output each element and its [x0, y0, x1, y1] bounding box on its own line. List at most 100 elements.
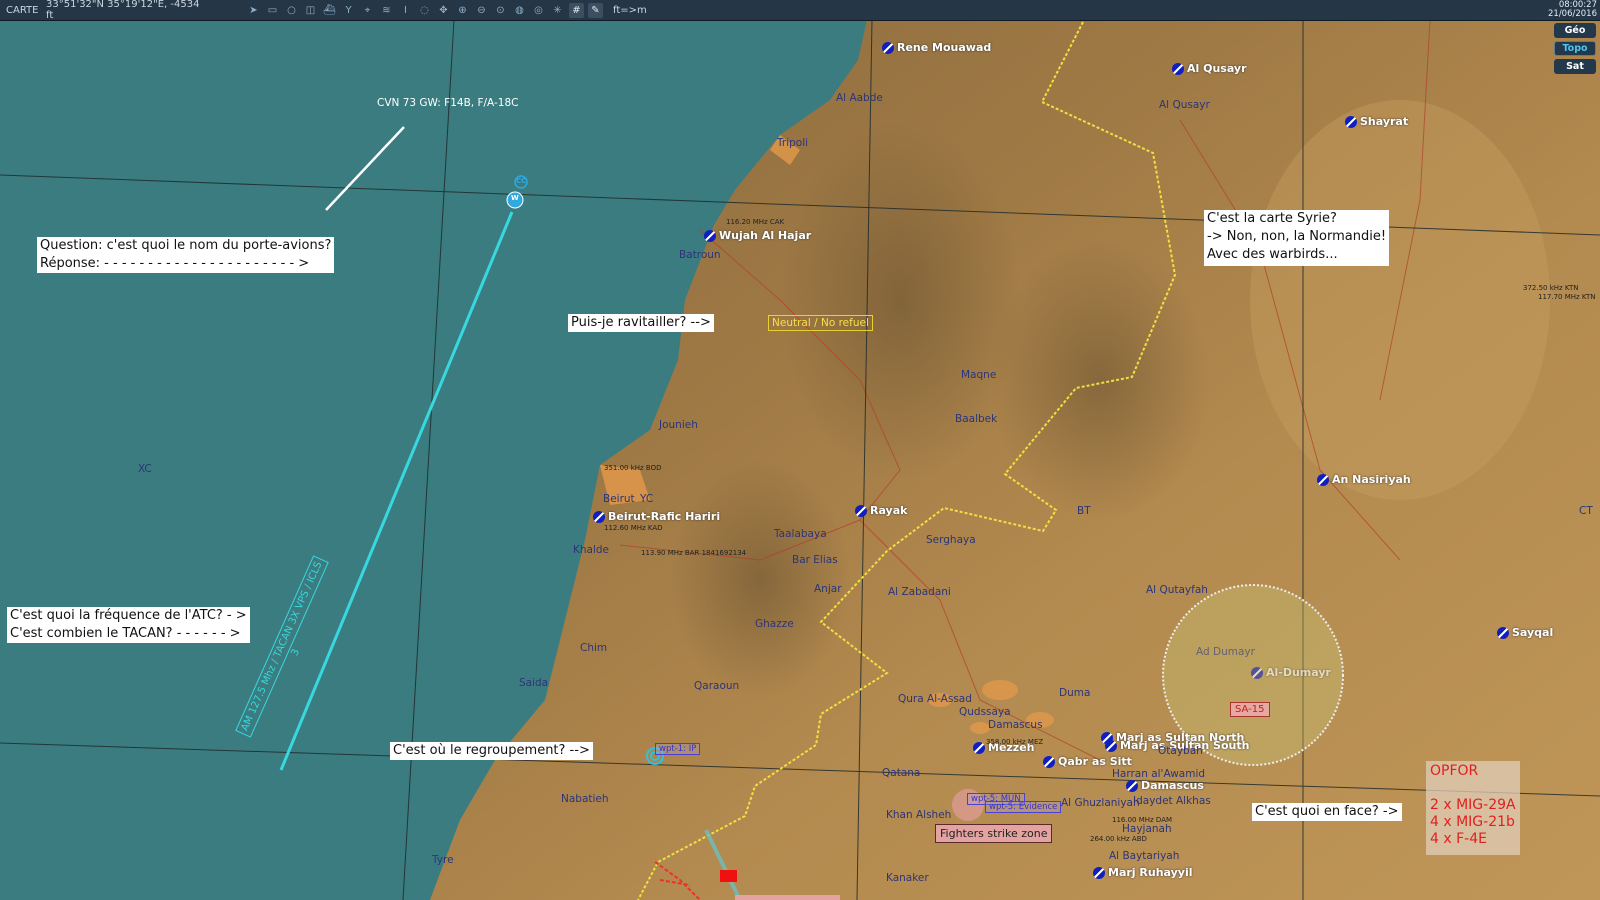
- layers-icon[interactable]: ◫: [303, 3, 318, 18]
- circle-icon[interactable]: ○: [284, 3, 299, 18]
- town-label: BT: [1077, 505, 1091, 517]
- town-label: Kanaker: [886, 872, 929, 884]
- navaid-label: 113.90 MHz BAR 1841692134: [641, 549, 747, 557]
- target-icon[interactable]: ⌖: [360, 3, 375, 18]
- airbase[interactable]: Rayak: [855, 504, 907, 517]
- note-regroup: C'est où le regroupement? -->: [390, 742, 593, 760]
- layer-topo-button[interactable]: Topo: [1554, 41, 1596, 56]
- town-label: Jounieh: [659, 419, 698, 431]
- radar-icon[interactable]: ◎: [531, 3, 546, 18]
- airbase[interactable]: Al-Dumayr: [1251, 666, 1331, 679]
- town-label: Damascus: [988, 719, 1043, 731]
- globe-icon[interactable]: ◍: [512, 3, 527, 18]
- pencil-icon[interactable]: ✎: [588, 2, 603, 18]
- cursor-coordinates: 33°51'32"N 35°19'12"E, -4534 ft: [46, 0, 200, 21]
- town-label: Otaybah: [1158, 745, 1203, 757]
- opfor-panel: OPFOR 2 x MIG-29A 4 x MIG-21b 4 x F-4E: [1426, 761, 1520, 855]
- town-label: Qaraoun: [694, 680, 740, 692]
- airbase[interactable]: Rene Mouawad: [882, 41, 991, 54]
- town-label: Baalbek: [955, 413, 998, 425]
- carrier-label: CVN 73 GW: F14B, F/A-18C: [377, 97, 519, 109]
- airbase[interactable]: Al Qusayr: [1172, 62, 1247, 75]
- navaid-label: 358.00 kHz MEZ: [986, 738, 1044, 746]
- town-label: Nabatieh: [561, 793, 609, 805]
- town-label: Saida: [519, 677, 549, 689]
- ship-icon[interactable]: ⛴: [322, 3, 337, 18]
- town-label: CT: [1579, 505, 1593, 517]
- town-label: Khalde: [573, 544, 610, 556]
- route-icon[interactable]: Y: [341, 3, 356, 18]
- note-syria: C'est la carte Syrie? -> Non, non, la No…: [1204, 210, 1390, 266]
- neutral-zone-label: Neutral / No refuel: [768, 315, 873, 331]
- opfor-title: OPFOR: [1430, 763, 1479, 779]
- airbase[interactable]: Wujah Al Hajar: [704, 229, 811, 242]
- town-label: Bar Elias: [792, 554, 838, 566]
- navaid-label: 264.00 kHz ABD: [1090, 835, 1147, 843]
- town-label: Ad Dumayr: [1196, 646, 1255, 658]
- layer-geo-button[interactable]: Géo: [1554, 23, 1596, 38]
- strike-zone-label[interactable]: Fighters strike zone: [935, 824, 1053, 843]
- carrier-symbol[interactable]: W: [511, 194, 519, 202]
- airbase[interactable]: An Nasiriyah: [1317, 473, 1411, 486]
- town-label: Anjar: [814, 583, 842, 595]
- town-label: Maqne: [961, 369, 997, 381]
- airbase[interactable]: Damascus: [1126, 779, 1204, 792]
- zoom-out-icon[interactable]: ⊖: [474, 3, 489, 18]
- ruler-icon[interactable]: ▭: [265, 3, 280, 18]
- town-label: Beirut: [603, 493, 635, 505]
- chat-icon[interactable]: ◌: [417, 3, 432, 18]
- town-label: Chim: [580, 642, 608, 654]
- town-label: YC: [640, 493, 654, 505]
- waypoint-5-evidence-label[interactable]: wpt-5: Evidence: [985, 801, 1062, 813]
- navigate-icon[interactable]: ➤: [246, 3, 261, 18]
- town-label: Duma: [1059, 687, 1091, 699]
- tower-icon[interactable]: I: [398, 3, 413, 18]
- waypoint-1-label[interactable]: wpt-1: IP: [655, 743, 701, 755]
- note-refuel: Puis-je ravitailler? -->: [568, 314, 714, 332]
- opfor-item: 4 x F-4E: [1430, 831, 1487, 847]
- town-label: Qura Al-Assad: [898, 693, 972, 705]
- town-label: Al Baytariyah: [1109, 850, 1180, 862]
- clock-date: 21/06/2016: [1548, 9, 1597, 19]
- airbase[interactable]: Beirut-Rafic Hariri: [593, 510, 720, 523]
- airbase[interactable]: Qabr as Sitt: [1043, 755, 1132, 768]
- town-label: Idaydet Alkhas: [1133, 795, 1211, 807]
- opfor-item: 2 x MIG-29A: [1430, 797, 1516, 813]
- hostile-marker: [720, 870, 737, 882]
- navaid-label: 117.70 MHz KTN: [1538, 293, 1596, 301]
- town-label: Ghazze: [755, 618, 794, 630]
- town-label: Al Qusayr: [1159, 99, 1210, 111]
- town-label: Al Ghuzlaniyah: [1061, 797, 1140, 809]
- town-label: Al Qutayfah: [1146, 584, 1208, 596]
- navaid-label: 351.00 kHz BOD: [604, 464, 662, 472]
- town-label: Qatana: [882, 767, 921, 779]
- signal-icon[interactable]: ≋: [379, 3, 394, 18]
- town-label: XC: [138, 463, 152, 475]
- town-label: Qudssaya: [959, 706, 1011, 718]
- note-atc: C'est quoi la fréquence de l'ATC? - > C'…: [7, 607, 250, 643]
- sam-threat-label[interactable]: SA-15: [1230, 702, 1270, 717]
- unit-toggle[interactable]: ft=>m: [613, 5, 647, 16]
- town-label: Taalabaya: [774, 528, 827, 540]
- note-enemy: C'est quoi en face? ->: [1252, 803, 1402, 821]
- map-canvas[interactable]: [0, 0, 1600, 900]
- clock: 08:00:27 21/06/2016: [1548, 1, 1597, 19]
- pan-icon[interactable]: ✥: [436, 3, 451, 18]
- airbase[interactable]: Shayrat: [1345, 115, 1408, 128]
- town-label: Serghaya: [926, 534, 976, 546]
- town-label: Al Aabde: [836, 92, 883, 104]
- airbase[interactable]: Marj Ruhayyil: [1093, 866, 1193, 879]
- airbase[interactable]: Sayqal: [1497, 626, 1553, 639]
- mode-label: CARTE: [6, 4, 39, 16]
- zoom-fit-icon[interactable]: ⊙: [493, 3, 508, 18]
- sun-icon[interactable]: ✳: [550, 3, 565, 18]
- layer-sat-button[interactable]: Sat: [1554, 59, 1596, 74]
- zoom-in-icon[interactable]: ⊕: [455, 3, 470, 18]
- town-label: Tyre: [432, 854, 454, 866]
- navaid-label: 116.20 MHz CAK: [726, 218, 785, 226]
- town-label: Khan Alsheh: [886, 809, 952, 821]
- note-carrier-question: Question: c'est quoi le nom du porte-avi…: [37, 237, 335, 273]
- town-label: Al Zabadani: [888, 586, 951, 598]
- carrier-badge[interactable]: CC: [516, 177, 526, 185]
- grid-icon[interactable]: #: [569, 2, 584, 18]
